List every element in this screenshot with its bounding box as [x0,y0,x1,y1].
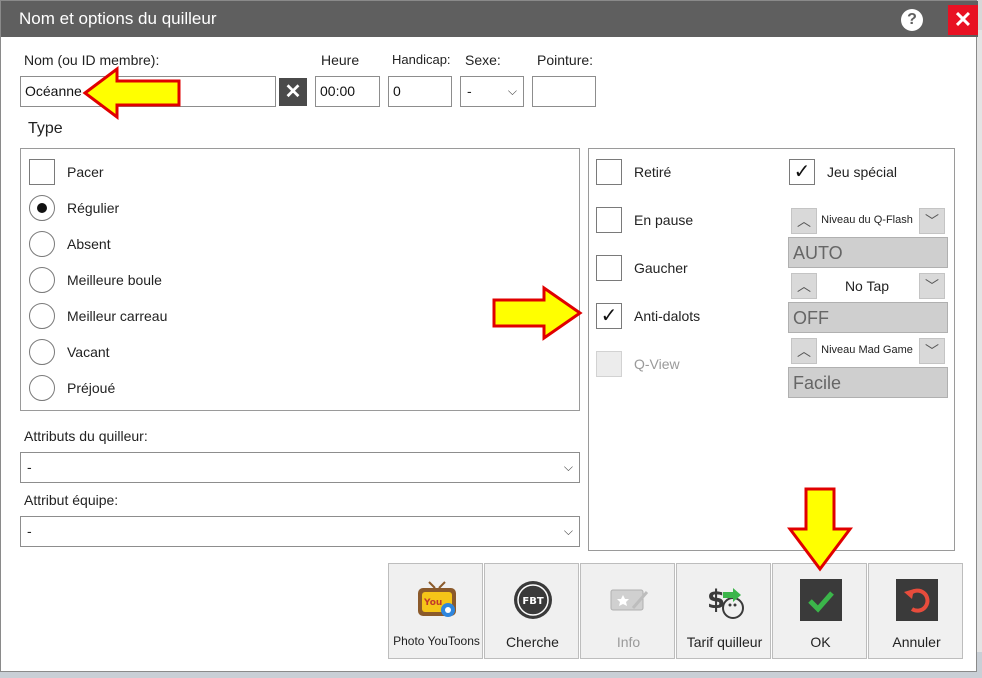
notap-label: No Tap [844,278,890,294]
photo-youtoons-button[interactable]: You Photo YouToons [388,563,483,659]
team-attribute-value: - [27,523,32,539]
ok-label: OK [810,634,831,650]
retire-checkbox[interactable] [596,159,622,185]
retire-label: Retiré [634,164,672,180]
photo-youtoons-label: Photo YouToons [393,634,480,648]
bowler-options-dialog: Nom et options du quilleur ? ✕ Nom (ou I… [0,0,978,672]
jeu-special-checkbox[interactable]: ✓ [789,159,815,185]
pacer-checkbox[interactable] [29,159,55,185]
annuler-label: Annuler [892,634,941,650]
handicap-label: Handicap: [392,52,451,67]
radio-prejoue[interactable] [29,375,55,401]
radio-meilleur-carreau-label: Meilleur carreau [67,308,168,324]
info-button: Info [580,563,675,659]
svg-text:FBT: FBT [522,596,543,607]
qflash-down-button[interactable]: ﹀ [919,208,945,234]
shoe-input[interactable] [532,76,596,107]
checkmark-icon [800,579,842,621]
cherche-label: Cherche [506,634,559,650]
tarif-quilleur-button[interactable]: $ Tarif quilleur [676,563,771,659]
antidalots-checkbox[interactable]: ✓ [596,303,622,329]
shoe-label: Pointure: [537,52,594,68]
radio-vacant-label: Vacant [67,344,110,360]
sex-select[interactable]: - ⌵ [460,76,524,107]
cherche-button[interactable]: FBT Cherche [484,563,579,659]
arrow-left-annotation [82,66,181,120]
radio-absent[interactable] [29,231,55,257]
notap-value: OFF [788,302,948,333]
radio-meilleure-boule[interactable] [29,267,55,293]
madgame-value: Facile [788,367,948,398]
radio-meilleur-carreau[interactable] [29,303,55,329]
ticket-star-icon [610,589,649,611]
bowler-attributes-select[interactable]: - ⌵ [20,452,580,483]
chevron-down-icon: ⌵ [563,460,573,474]
pause-checkbox[interactable] [596,207,622,233]
close-button[interactable]: ✕ [948,5,978,35]
bowler-attributes-label: Attributs du quilleur: [24,428,148,444]
time-input[interactable]: 00:00 [315,76,380,107]
fbt-badge-icon: FBT [514,581,552,619]
qflash-value: AUTO [788,237,948,268]
chevron-down-icon: ⌵ [563,524,573,538]
dollar-bowling-icon: $ [707,585,744,619]
notap-up-button[interactable]: ︿ [791,273,817,299]
radio-regulier-label: Régulier [67,200,120,216]
gaucher-checkbox[interactable] [596,255,622,281]
undo-icon [896,579,938,621]
arrow-down-annotation [787,487,853,572]
svg-text:You: You [423,598,442,608]
annuler-button[interactable]: Annuler [868,563,963,659]
gaucher-label: Gaucher [634,260,688,276]
handicap-input[interactable]: 0 [388,76,452,107]
title-bar: Nom et options du quilleur ? ✕ [1,1,978,37]
qflash-label: Niveau du Q-Flash [821,214,913,226]
time-label: Heure [321,52,360,68]
madgame-down-button[interactable]: ﹀ [919,338,945,364]
youtoons-tv-icon: You [418,581,456,617]
madgame-up-button[interactable]: ︿ [791,338,817,364]
qflash-up-button[interactable]: ︿ [791,208,817,234]
arrow-right-annotation [492,285,583,341]
chevron-down-icon: ⌵ [507,84,517,98]
radio-selected-dot [37,203,47,213]
madgame-label: Niveau Mad Game [821,344,913,356]
sex-label: Sexe: [465,52,501,68]
dialog-title: Nom et options du quilleur [19,9,217,28]
pause-label: En pause [634,212,694,228]
ok-button[interactable]: OK [772,563,867,659]
sex-select-value: - [467,83,472,99]
radio-regulier[interactable] [29,195,55,221]
help-icon[interactable]: ? [901,9,923,31]
qview-checkbox [596,351,622,377]
antidalots-label: Anti-dalots [634,308,701,324]
type-section-title: Type [28,120,63,137]
qview-label: Q-View [634,356,680,372]
notap-down-button[interactable]: ﹀ [919,273,945,299]
team-attribute-label: Attribut équipe: [24,492,119,508]
bowler-attributes-value: - [27,459,32,475]
jeu-special-label: Jeu spécial [827,164,898,180]
radio-absent-label: Absent [67,236,111,252]
radio-prejoue-label: Préjoué [67,380,116,396]
pacer-label: Pacer [67,164,104,180]
type-panel: Pacer Régulier Absent Meilleure boule Me… [20,148,580,411]
tarif-quilleur-label: Tarif quilleur [686,634,763,650]
radio-meilleure-boule-label: Meilleure boule [67,272,162,288]
radio-vacant[interactable] [29,339,55,365]
team-attribute-select[interactable]: - ⌵ [20,516,580,547]
clear-name-button[interactable]: ✕ [279,78,307,106]
info-label: Info [616,634,641,650]
